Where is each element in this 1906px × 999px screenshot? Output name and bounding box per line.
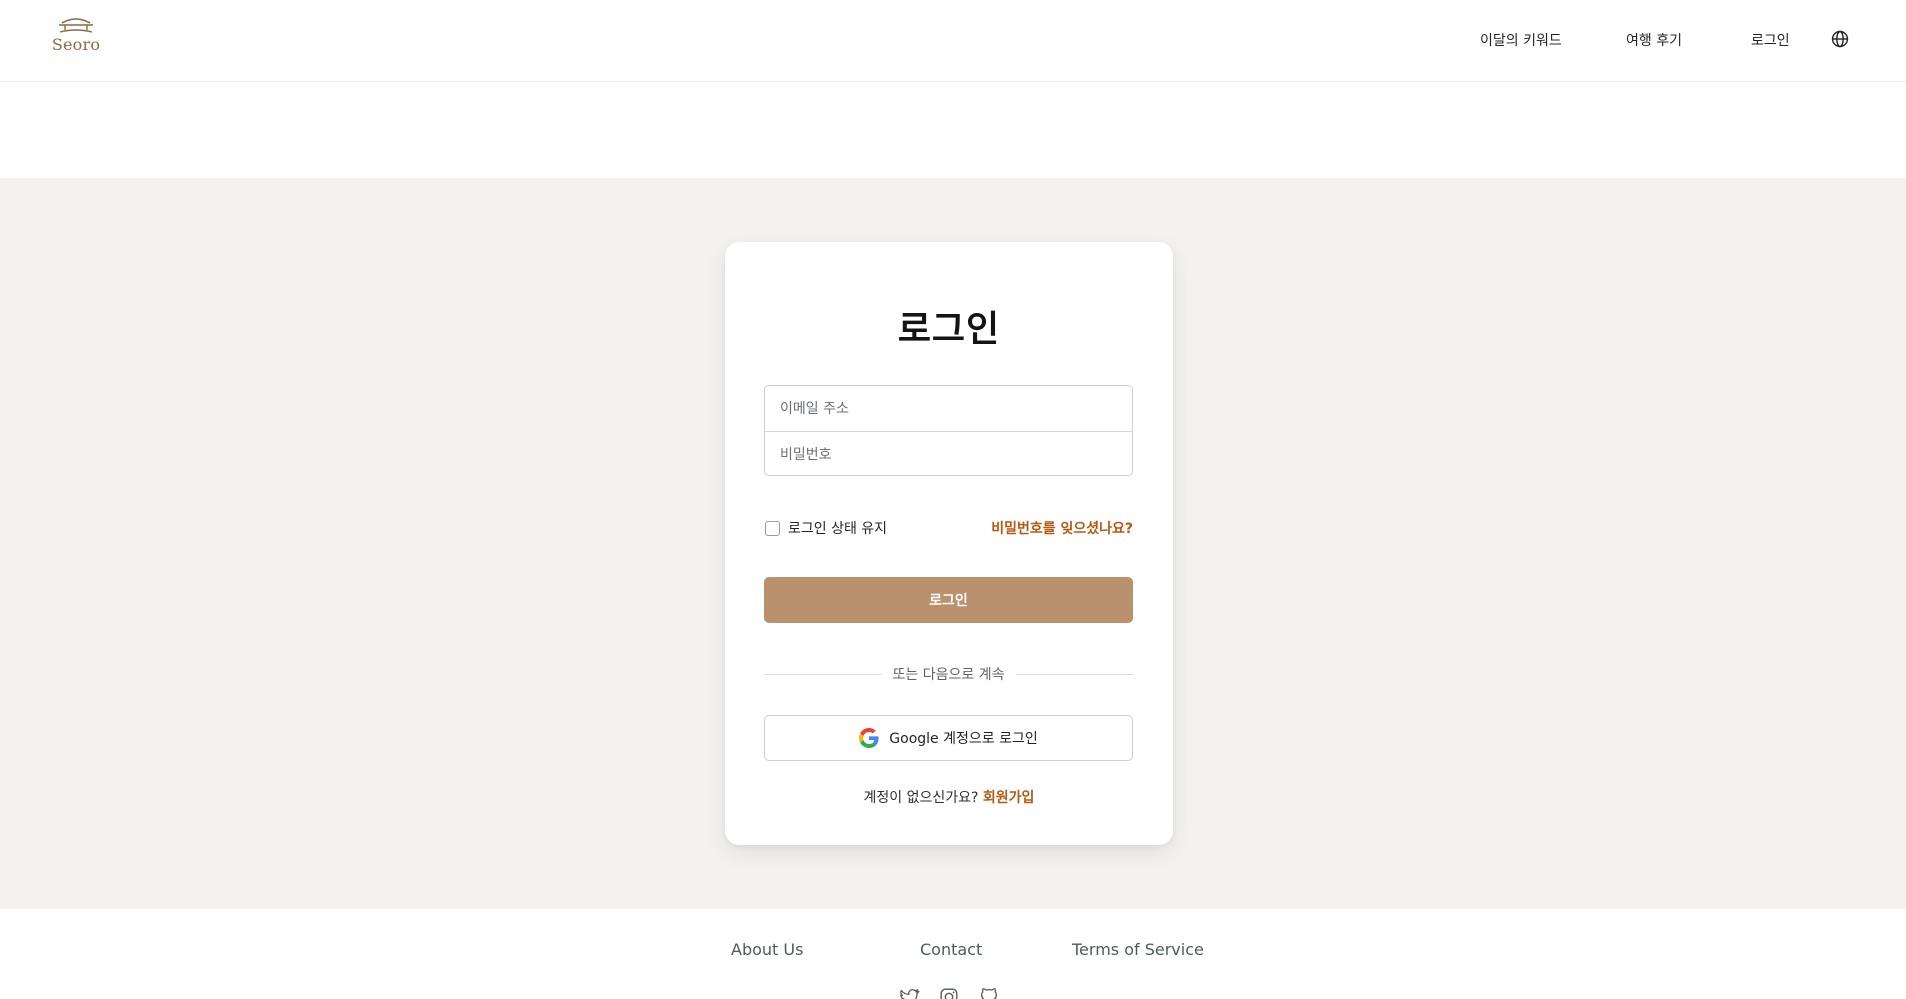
divider-line-left (764, 673, 881, 675)
signup-prompt: 계정이 없으신가요? 회원가입 (725, 787, 1173, 807)
footer-about-link[interactable]: About Us (731, 940, 803, 959)
signup-link[interactable]: 회원가입 (983, 790, 1035, 806)
footer-terms-link[interactable]: Terms of Service (1072, 940, 1204, 959)
globe-icon[interactable] (1830, 29, 1850, 49)
nav-keyword-link[interactable]: 이달의 키워드 (1480, 30, 1562, 50)
site-header: Seoro 이달의 키워드 여행 후기 로그인 (0, 0, 1906, 82)
footer-contact-link[interactable]: Contact (920, 940, 982, 959)
remember-me-checkbox[interactable] (765, 520, 780, 536)
site-footer: About Us Contact Terms of Service (0, 909, 1906, 999)
password-input[interactable] (765, 432, 1132, 475)
nav-item-login[interactable]: 로그인 (1751, 0, 1790, 80)
nav-item-review[interactable]: 여행 후기 (1626, 0, 1682, 80)
nav-login-link[interactable]: 로그인 (1751, 30, 1790, 50)
divider-text: 또는 다음으로 계속 (892, 667, 1005, 683)
forgot-password-link[interactable]: 비밀번호를 잊으셨나요? (991, 518, 1133, 538)
logo-roof-icon (59, 18, 93, 33)
nav-review-link[interactable]: 여행 후기 (1626, 30, 1682, 50)
twitter-icon[interactable] (898, 986, 920, 999)
login-button[interactable]: 로그인 (764, 577, 1133, 623)
logo[interactable]: Seoro (40, 0, 112, 70)
remember-me[interactable]: 로그인 상태 유지 (765, 518, 887, 538)
divider-line-right (1016, 673, 1134, 675)
github-icon[interactable] (978, 986, 1000, 999)
instagram-icon[interactable] (938, 986, 960, 999)
or-divider: 또는 다음으로 계속 (764, 664, 1134, 684)
google-login-button[interactable]: Google 계정으로 로그인 (764, 715, 1133, 761)
google-icon (859, 728, 879, 748)
no-account-text: 계정이 없으신가요? (863, 790, 979, 806)
remember-me-label: 로그인 상태 유지 (788, 521, 888, 537)
nav-item-keyword[interactable]: 이달의 키워드 (1480, 0, 1562, 80)
logo-text: Seoro (51, 35, 101, 54)
credentials-input-group (764, 385, 1133, 476)
google-login-label: Google 계정으로 로그인 (889, 731, 1038, 747)
login-card: 로그인 로그인 상태 유지 비밀번호를 잊으셨나요? 로그인 또는 다음으로 계… (725, 242, 1173, 845)
email-input[interactable] (765, 386, 1132, 431)
page-title: 로그인 (897, 309, 1001, 350)
